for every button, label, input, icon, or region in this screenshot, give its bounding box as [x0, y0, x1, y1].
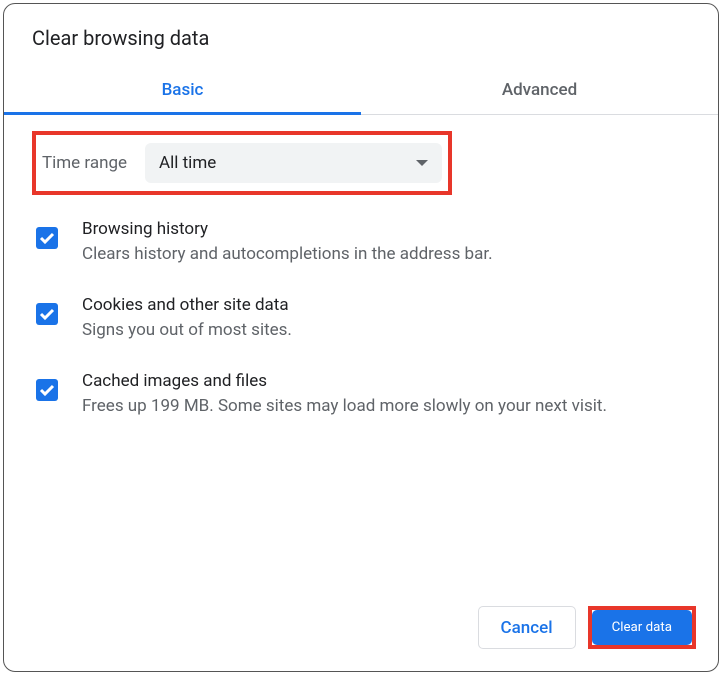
option-desc: Clears history and autocompletions in th…: [82, 243, 690, 267]
option-text: Cached images and files Frees up 199 MB.…: [82, 371, 690, 419]
dialog-footer: Cancel Clear data: [4, 588, 718, 671]
checkbox-browsing-history[interactable]: [36, 227, 58, 249]
time-range-value: All time: [159, 153, 216, 173]
tab-basic[interactable]: Basic: [4, 68, 361, 114]
option-text: Browsing history Clears history and auto…: [82, 219, 690, 267]
tab-advanced[interactable]: Advanced: [361, 68, 718, 114]
option-cached: Cached images and files Frees up 199 MB.…: [32, 371, 690, 419]
clear-browsing-data-dialog: Clear browsing data Basic Advanced Time …: [3, 3, 719, 672]
option-title: Browsing history: [82, 219, 690, 239]
check-icon: [39, 230, 55, 246]
dialog-content: Time range All time Browsing history Cle…: [4, 115, 718, 588]
tabs: Basic Advanced: [4, 68, 718, 115]
dialog-title: Clear browsing data: [4, 4, 718, 68]
time-range-dropdown[interactable]: All time: [145, 143, 442, 183]
check-icon: [39, 382, 55, 398]
clear-data-highlight: Clear data: [588, 606, 696, 649]
option-desc: Signs you out of most sites.: [82, 319, 690, 343]
check-icon: [39, 306, 55, 322]
option-title: Cookies and other site data: [82, 295, 690, 315]
option-browsing-history: Browsing history Clears history and auto…: [32, 219, 690, 267]
cancel-button[interactable]: Cancel: [478, 606, 576, 649]
checkbox-cached[interactable]: [36, 379, 58, 401]
clear-data-button[interactable]: Clear data: [592, 610, 692, 645]
option-title: Cached images and files: [82, 371, 690, 391]
option-text: Cookies and other site data Signs you ou…: [82, 295, 690, 343]
option-desc: Frees up 199 MB. Some sites may load mor…: [82, 395, 690, 419]
time-range-row: Time range All time: [32, 131, 452, 195]
chevron-down-icon: [416, 160, 428, 166]
time-range-label: Time range: [42, 153, 127, 173]
checkbox-cookies[interactable]: [36, 303, 58, 325]
option-cookies: Cookies and other site data Signs you ou…: [32, 295, 690, 343]
